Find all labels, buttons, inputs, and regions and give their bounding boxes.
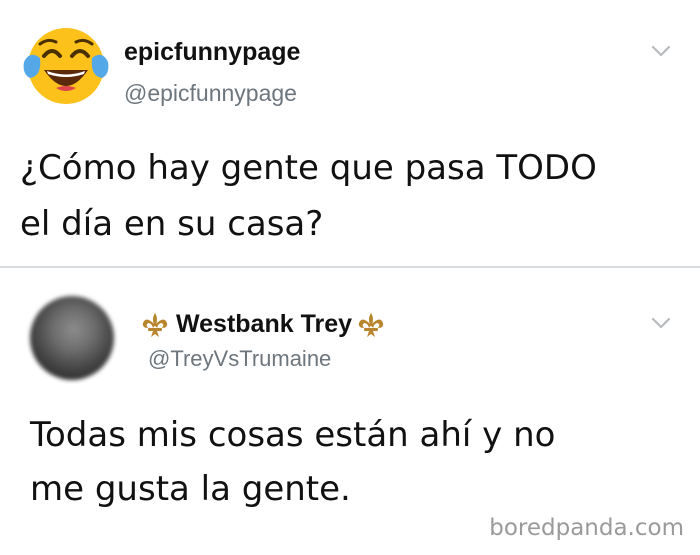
watermark: boredpanda.com: [489, 515, 684, 541]
user-handle[interactable]: @epicfunnypage: [124, 80, 297, 107]
tweet-text: ¿Cómo hay gente que pasa TODO el día en …: [20, 140, 597, 252]
tears-of-joy-emoji-icon: [23, 28, 109, 104]
chevron-down-icon[interactable]: [650, 316, 672, 330]
avatar[interactable]: [20, 20, 112, 112]
fleur-de-lis-icon: [142, 312, 168, 337]
tweet-text-line: me gusta la gente.: [30, 469, 351, 509]
display-name[interactable]: Westbank Trey: [140, 310, 386, 339]
tweet-text: Todas mis cosas están ahí y no me gusta …: [30, 408, 555, 516]
tweet-text-line: Todas mis cosas están ahí y no: [30, 415, 556, 455]
tweet-card: epicfunnypage @epicfunnypage ¿Cómo hay g…: [0, 0, 700, 268]
display-name[interactable]: epicfunnypage: [124, 38, 300, 67]
display-name-label: Westbank Trey: [176, 310, 353, 338]
tweet-text-line: ¿Cómo hay gente que pasa TODO: [20, 148, 597, 188]
user-handle[interactable]: @TreyVsTrumaine: [148, 346, 331, 372]
fleur-de-lis-icon: [358, 312, 384, 337]
avatar[interactable]: [30, 296, 114, 380]
tweet-card: Westbank Trey @TreyVsTrumaine Todas mis …: [0, 268, 700, 555]
tweet-text-line: el día en su casa?: [20, 204, 324, 244]
chevron-down-icon[interactable]: [650, 44, 672, 58]
